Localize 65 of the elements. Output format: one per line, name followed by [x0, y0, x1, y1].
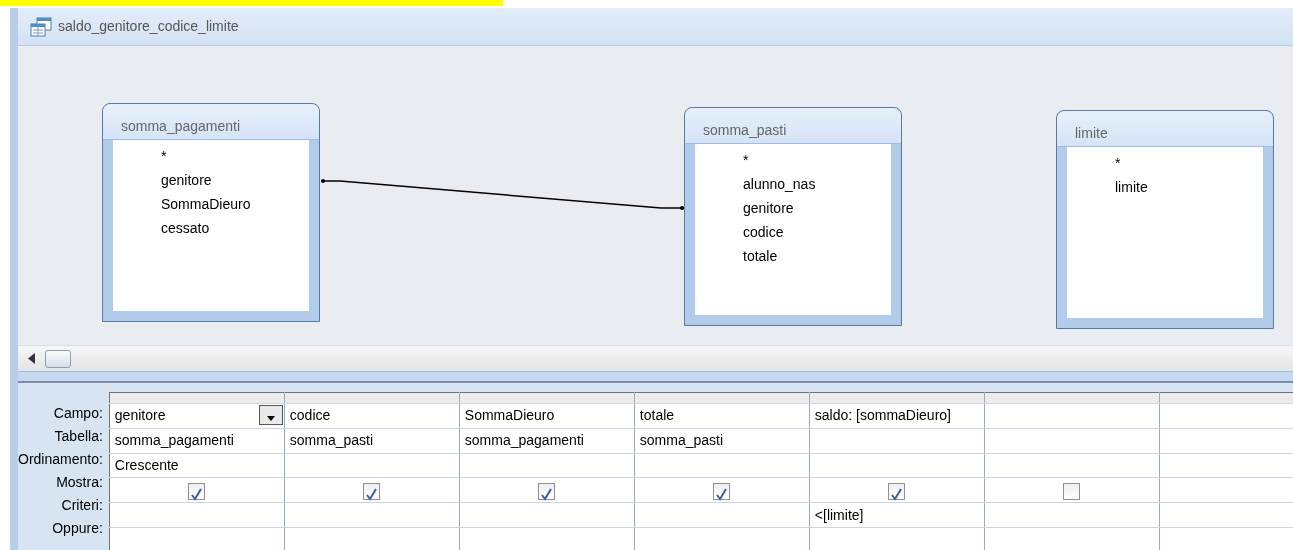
- row-label: Campo:: [52, 404, 104, 423]
- grid-cell[interactable]: somma_pasti: [634, 428, 810, 453]
- query-icon: [30, 16, 52, 37]
- grid-cell[interactable]: [634, 502, 810, 528]
- row-label: Criteri:: [60, 496, 104, 515]
- show-checkbox[interactable]: [1063, 482, 1081, 500]
- grid-cell[interactable]: [634, 453, 810, 478]
- grid-cell[interactable]: saldo: [sommaDieuro]: [809, 403, 985, 429]
- show-checkbox[interactable]: [188, 482, 206, 500]
- grid-cell[interactable]: [284, 502, 460, 528]
- grid-cell[interactable]: SommaDieuro: [459, 403, 635, 429]
- window-title: saldo_genitore_codice_limite: [58, 17, 239, 36]
- grid-cell[interactable]: [459, 502, 635, 528]
- field-item[interactable]: genitore: [743, 196, 891, 220]
- column-selector[interactable]: [109, 392, 285, 404]
- join-end-dot: [321, 179, 325, 183]
- field-item[interactable]: genitore: [161, 168, 309, 192]
- grid-cell[interactable]: totale: [634, 403, 810, 429]
- grid-cell[interactable]: [984, 403, 1160, 429]
- grid-cell[interactable]: Crescente: [109, 453, 285, 478]
- grid-cell[interactable]: <[limite]: [809, 502, 985, 528]
- table-title: limite: [1057, 111, 1273, 147]
- grid-cell[interactable]: [809, 453, 985, 478]
- field-item[interactable]: codice: [743, 220, 891, 244]
- column-selector[interactable]: [634, 392, 810, 404]
- show-checkbox[interactable]: [888, 482, 906, 500]
- grid-cell[interactable]: somma_pasti: [284, 428, 460, 453]
- join-end-dot: [680, 206, 684, 210]
- horizontal-scrollbar[interactable]: [18, 345, 1293, 371]
- left-arrow-icon[interactable]: [28, 353, 35, 364]
- scroll-thumb[interactable]: [45, 349, 71, 368]
- table-title: somma_pasti: [685, 108, 901, 144]
- grid-cell[interactable]: [284, 453, 460, 478]
- show-checkbox[interactable]: [538, 482, 556, 500]
- field-item[interactable]: totale: [743, 244, 891, 268]
- field-item[interactable]: alunno_nas: [743, 172, 891, 196]
- column-selector[interactable]: [1159, 392, 1293, 404]
- column-selector[interactable]: [284, 392, 460, 404]
- grid-cell[interactable]: codice: [284, 403, 460, 429]
- column-selector[interactable]: [984, 392, 1160, 404]
- table-title: somma_pagamenti: [103, 104, 319, 140]
- column-selector[interactable]: [459, 392, 635, 404]
- grid-cell[interactable]: [984, 453, 1160, 478]
- splitter-handle[interactable]: [18, 371, 1293, 383]
- field-item[interactable]: *: [743, 148, 891, 172]
- grid-cell[interactable]: somma_pagamenti: [109, 428, 285, 453]
- row-label: Oppure:: [51, 519, 104, 538]
- field-item[interactable]: cessato: [161, 216, 309, 240]
- grid-cell[interactable]: somma_pagamenti: [459, 428, 635, 453]
- grid-cell[interactable]: [984, 428, 1160, 453]
- field-item[interactable]: SommaDieuro: [161, 192, 309, 216]
- row-label: Ordinamento:: [18, 450, 104, 469]
- grid-cell[interactable]: [809, 428, 985, 453]
- column-selector[interactable]: [809, 392, 985, 404]
- show-checkbox[interactable]: [363, 482, 381, 500]
- grid-cell[interactable]: genitore: [109, 403, 285, 429]
- row-label: Mostra:: [55, 473, 104, 492]
- field-item[interactable]: limite: [1115, 175, 1263, 199]
- row-label: Tabella:: [53, 427, 104, 446]
- field-item[interactable]: *: [1115, 151, 1263, 175]
- grid-cell[interactable]: [459, 453, 635, 478]
- show-checkbox[interactable]: [713, 482, 731, 500]
- grid-cell[interactable]: [109, 502, 285, 528]
- field-item[interactable]: *: [161, 144, 309, 168]
- grid-cell[interactable]: [984, 502, 1160, 528]
